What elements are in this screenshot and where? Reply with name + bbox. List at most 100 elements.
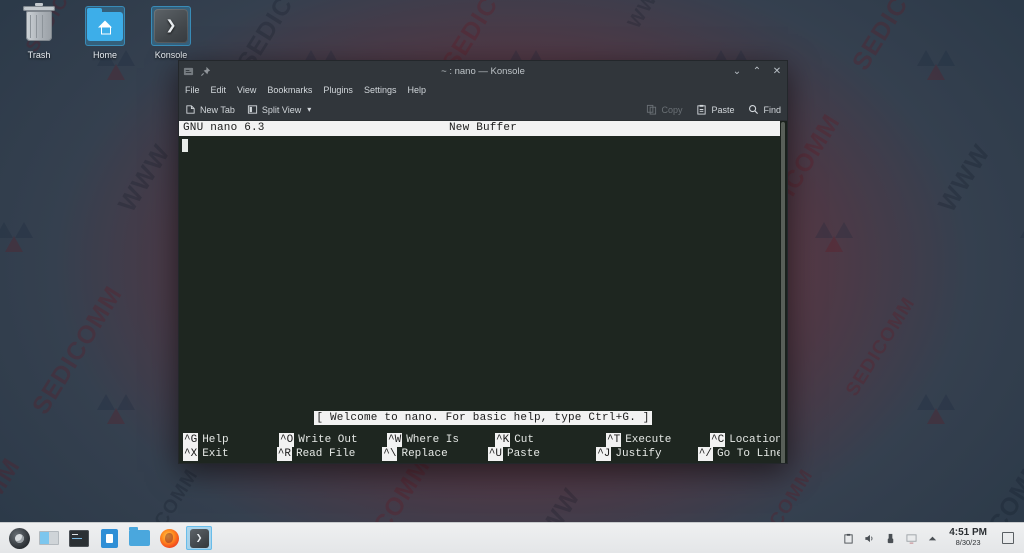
paste-button[interactable]: Paste [696, 104, 734, 115]
show-desktop-button[interactable] [1002, 532, 1014, 544]
menu-help[interactable]: Help [407, 85, 426, 95]
shortcut-write-out[interactable]: ^O Write Out [279, 433, 387, 447]
maximize-button[interactable]: ⌃ [751, 65, 763, 77]
watermark-text: WWW [932, 139, 996, 217]
paste-icon [696, 104, 707, 115]
clock-time: 4:51 PM [949, 527, 987, 538]
find-label: Find [763, 104, 781, 115]
keep-above-pin-icon[interactable] [200, 66, 211, 77]
clock-date: 8/30/23 [955, 538, 981, 547]
nano-shortcut-row-1: ^G Help ^O Write Out ^W Where Is ^K Cut [183, 433, 783, 447]
split-view-button[interactable]: Split View ▾ [247, 104, 311, 115]
watermark-logo [97, 394, 141, 430]
paste-label: Paste [711, 104, 735, 115]
nano-status-message: [ Welcome to nano. For basic help, type … [314, 411, 652, 425]
display-icon[interactable] [905, 532, 917, 544]
application-launcher-icon [8, 527, 30, 549]
toolbar[interactable]: New Tab Split View ▾ Copy Paste Find [179, 99, 787, 121]
nano-shortcut-bar: ^G Help ^O Write Out ^W Where Is ^K Cut [179, 433, 787, 461]
desktop-icon-trash[interactable]: Trash [6, 3, 72, 61]
nano-editor-buffer[interactable] [179, 136, 787, 402]
shortcut-where-is[interactable]: ^W Where Is [387, 433, 495, 447]
menu-file[interactable]: File [185, 85, 200, 95]
taskbar-terminal[interactable] [66, 526, 92, 550]
volume-icon[interactable] [863, 532, 875, 544]
watermark-logo [1019, 222, 1024, 258]
clipboard-icon[interactable] [842, 532, 854, 544]
window-titlebar[interactable]: ~ : nano — Konsole ⌄ ⌃ ✕ [179, 61, 787, 81]
find-button[interactable]: Find [748, 104, 781, 115]
home-folder-icon [85, 6, 125, 46]
shortcut-paste[interactable]: ^U Paste [487, 447, 596, 461]
taskbar-konsole[interactable]: ❯ [186, 526, 212, 550]
konsole-window[interactable]: ~ : nano — Konsole ⌄ ⌃ ✕ File Edit View … [178, 60, 788, 464]
desktop-icon-home[interactable]: Home [72, 6, 138, 61]
desktop-icon-label: Trash [27, 50, 51, 60]
close-button[interactable]: ✕ [771, 65, 783, 77]
system-tray[interactable]: 4:51 PM 8/30/23 [842, 528, 1018, 548]
konsole-icon: ❯ [189, 528, 209, 548]
nano-title-bar: GNU nano 6.3 New Buffer [179, 121, 787, 136]
watermark-logo [917, 394, 961, 430]
shortcut-replace[interactable]: ^\ Replace [382, 447, 488, 461]
shortcut-help[interactable]: ^G Help [183, 433, 279, 447]
watermark-text: SEDICOMM [26, 281, 128, 420]
menu-settings[interactable]: Settings [364, 85, 397, 95]
taskbar-file-manager[interactable] [126, 526, 152, 550]
software-store-icon [100, 528, 118, 548]
chevron-down-icon[interactable]: ▾ [307, 105, 311, 114]
watermark-text: WWW [112, 139, 176, 217]
taskbar[interactable]: ❯ 4:51 PM 8/30/23 [0, 522, 1024, 553]
taskbar-pager[interactable] [36, 526, 62, 550]
watermark-logo [814, 222, 859, 258]
copy-label: Copy [661, 104, 683, 115]
show-hidden-icons-chevron[interactable] [926, 532, 938, 544]
desktop[interactable]: SEDICOMMSEDICOMMSEDICOMMWWWSEDICOMMSEDIC… [0, 0, 1024, 553]
terminal-icon [69, 529, 89, 547]
terminal-scrollbar[interactable] [780, 121, 787, 463]
nano-buffer-name: New Buffer [448, 122, 517, 134]
shortcut-exit[interactable]: ^X Exit [183, 447, 277, 461]
scrollbar-thumb[interactable] [781, 122, 785, 463]
file-manager-icon [128, 527, 150, 546]
split-view-icon [247, 104, 258, 115]
shortcut-location[interactable]: ^C Location [710, 433, 782, 447]
shortcut-execute[interactable]: ^T Execute [606, 433, 710, 447]
copy-button[interactable]: Copy [646, 104, 682, 115]
watermark-logo [0, 222, 39, 258]
menu-bookmarks[interactable]: Bookmarks [267, 85, 312, 95]
konsole-icon: ❯ [151, 6, 191, 46]
device-notifier-icon[interactable] [884, 532, 896, 544]
new-tab-icon [185, 104, 196, 115]
shortcut-go-to-line[interactable]: ^/ Go To Line [697, 447, 783, 461]
taskbar-software-store[interactable] [96, 526, 122, 550]
window-menu-icon[interactable] [183, 66, 194, 77]
copy-icon [646, 104, 657, 115]
desktop-icon-konsole[interactable]: ❯ Konsole [138, 6, 204, 61]
menu-edit[interactable]: Edit [211, 85, 227, 95]
window-title: ~ : nano — Konsole [441, 65, 525, 77]
minimize-button[interactable]: ⌄ [731, 65, 743, 77]
taskbar-application-launcher[interactable] [6, 526, 32, 550]
pager-icon [39, 531, 59, 545]
search-icon [748, 104, 759, 115]
desktop-icon-label: Home [92, 50, 117, 60]
watermark-text: WWW [624, 0, 672, 33]
watermark-text: SEDICOMM [846, 0, 948, 76]
new-tab-label: New Tab [200, 104, 235, 115]
nano-shortcut-row-2: ^X Exit ^R Read File ^\ Replace ^U Paste [183, 447, 783, 461]
taskbar-firefox[interactable] [156, 526, 182, 550]
firefox-icon [159, 528, 179, 548]
split-view-label: Split View [261, 104, 302, 115]
menubar[interactable]: File Edit View Bookmarks Plugins Setting… [179, 81, 787, 99]
shortcut-read-file[interactable]: ^R Read File [276, 447, 383, 461]
menu-view[interactable]: View [237, 85, 256, 95]
trash-icon [19, 3, 59, 46]
new-tab-button[interactable]: New Tab [185, 104, 235, 115]
shortcut-justify[interactable]: ^J Justify [596, 447, 698, 461]
menu-plugins[interactable]: Plugins [323, 85, 353, 95]
shortcut-cut[interactable]: ^K Cut [495, 433, 606, 447]
clock[interactable]: 4:51 PM 8/30/23 [949, 528, 987, 548]
terminal-area[interactable]: GNU nano 6.3 New Buffer [ Welcome to nan… [179, 121, 787, 463]
text-cursor [182, 139, 188, 152]
